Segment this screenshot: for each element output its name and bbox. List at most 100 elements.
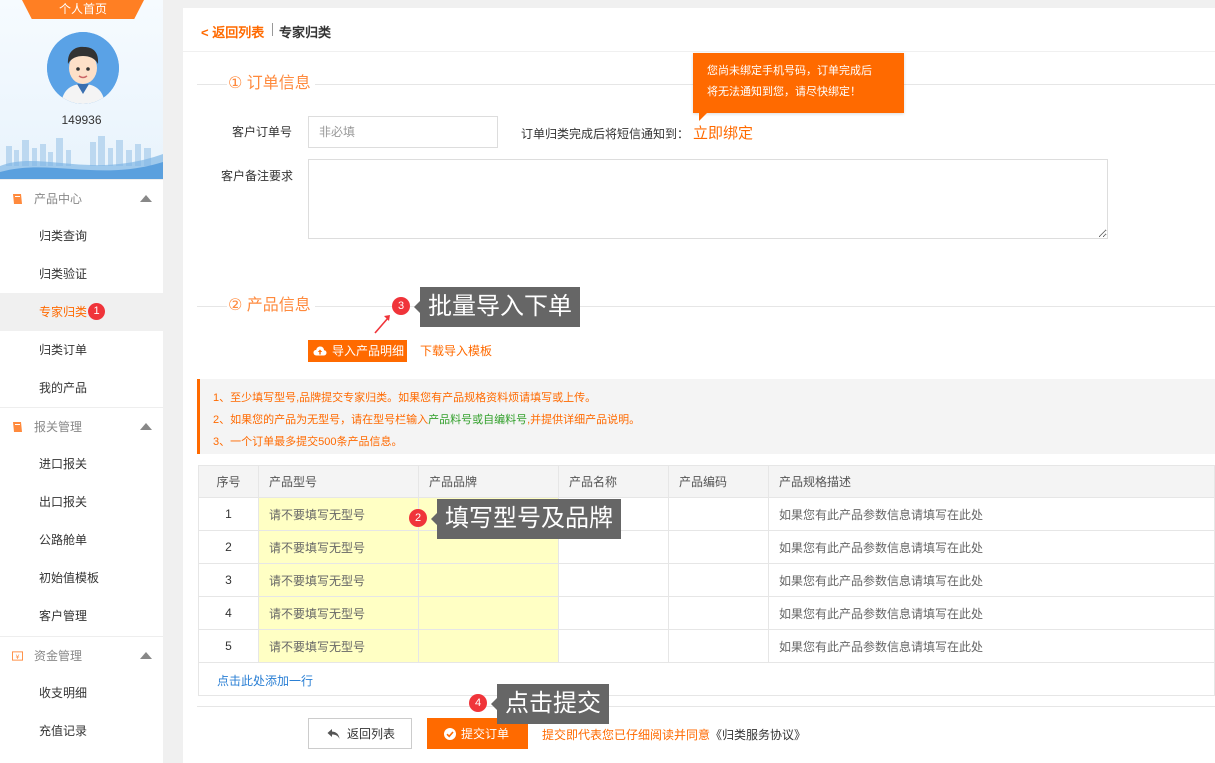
tooltip-line: 您尚未绑定手机号码，订单完成后 (707, 65, 872, 77)
table-row: 1 请不要填写无型号 如果您有此产品参数信息请填写在此处 (198, 497, 1215, 531)
instructions-notice: 1、至少填写型号,品牌提交专家归类。如果您有产品规格资料烦请填写或上传。 2、如… (197, 379, 1215, 454)
avatar-icon (47, 32, 119, 104)
nav-item-expert-classify[interactable]: 专家归类 1 (0, 293, 163, 331)
caret-up-icon (140, 195, 152, 202)
product-table: 序号 产品型号 产品品牌 产品名称 产品编码 产品规格描述 1 请不要填写无型号… (198, 465, 1215, 663)
user-id: 149936 (61, 113, 102, 127)
nav-item-recharge-record[interactable]: 充值记录 (0, 712, 163, 750)
back-to-list-link[interactable]: < 返回列表 (201, 22, 264, 41)
nav-item-import-declare[interactable]: 进口报关 (0, 445, 163, 483)
order-no-input[interactable] (308, 116, 498, 148)
cell-model-input[interactable]: 请不要填写无型号 (258, 497, 419, 531)
nav-group-customs[interactable]: 报关管理 (0, 407, 163, 445)
callout-4-number: 4 (469, 694, 487, 712)
cell-code-input[interactable] (668, 563, 769, 597)
cell-no: 5 (198, 629, 259, 663)
sms-notify-label: 订单归类完成后将短信通知到： (521, 127, 690, 141)
sidebar: 个人首页 149936 产品中心 归类查询 归类验证 专家归类 1 归类订单 我的… (0, 0, 163, 763)
nav-item-label: 专家归类 (39, 305, 88, 319)
col-header-model: 产品型号 (258, 465, 419, 498)
cell-brand-input[interactable] (418, 629, 559, 663)
nav-group-funds[interactable]: ¥ 资金管理 (0, 636, 163, 674)
cell-code-input[interactable] (668, 497, 769, 531)
nav-item-road-manifest[interactable]: 公路舱单 (0, 521, 163, 559)
cell-model-input[interactable]: 请不要填写无型号 (258, 530, 419, 564)
notice-highlight: 产品料号或自编料号 (428, 414, 528, 426)
notice-text: ,并提供详细产品说明。 (527, 414, 641, 426)
tooltip-line: 将无法通知到您，请尽快绑定！ (707, 86, 861, 98)
svg-text:¥: ¥ (15, 653, 19, 661)
nav-item-classify-orders[interactable]: 归类订单 (0, 331, 163, 369)
reply-arrow-icon (327, 729, 340, 739)
order-no-label: 客户订单号 (232, 125, 293, 139)
add-row-link[interactable]: 点击此处添加一行 (217, 672, 313, 689)
cell-name-input[interactable] (558, 596, 669, 630)
cell-name-input[interactable] (558, 629, 669, 663)
remark-label: 客户备注要求 (221, 169, 294, 183)
cloud-upload-icon (313, 346, 327, 356)
nav-item-export-declare[interactable]: 出口报关 (0, 483, 163, 521)
cell-spec-input[interactable]: 如果您有此产品参数信息请填写在此处 (768, 596, 1215, 630)
callout-3-label: 批量导入下单 (414, 287, 580, 327)
notice-line-3: 3、一个订单最多提交500条产品信息。 (213, 436, 403, 448)
import-products-label: 导入产品明细 (331, 344, 404, 358)
caret-up-icon (140, 423, 152, 430)
breadcrumb-current: 专家归类 (279, 25, 332, 40)
nav-item-my-products[interactable]: 我的产品 (0, 369, 163, 407)
cell-code-input[interactable] (668, 596, 769, 630)
footer-divider (197, 706, 1215, 707)
col-header-brand: 产品品牌 (418, 465, 559, 498)
back-to-list-button[interactable]: 返回列表 (308, 718, 412, 749)
cell-model-input[interactable]: 请不要填写无型号 (258, 563, 419, 597)
caret-up-icon (140, 652, 152, 659)
cell-model-input[interactable]: 请不要填写无型号 (258, 629, 419, 663)
callout-2-label: 填写型号及品牌 (431, 499, 621, 539)
bind-phone-tooltip: 您尚未绑定手机号码，订单完成后 将无法通知到您，请尽快绑定！ (693, 53, 904, 121)
cell-spec-input[interactable]: 如果您有此产品参数信息请填写在此处 (768, 497, 1215, 531)
cell-no: 2 (198, 530, 259, 564)
cell-brand-input[interactable] (418, 596, 559, 630)
table-row: 2 请不要填写无型号 如果您有此产品参数信息请填写在此处 (198, 530, 1215, 564)
nav-item-initial-template[interactable]: 初始值模板 (0, 559, 163, 597)
import-products-button[interactable]: 导入产品明细 (308, 340, 407, 362)
download-template-link[interactable]: 下载导入模板 (420, 342, 492, 359)
agreement-prefix: 提交即代表您已仔细阅读并同意 (542, 728, 711, 742)
nav-item-income-detail[interactable]: 收支明细 (0, 674, 163, 712)
section-title-text: ① 订单信息 (228, 75, 311, 92)
home-tab[interactable]: 个人首页 (22, 0, 144, 19)
book-icon (13, 194, 22, 204)
arrow-up-right-icon (374, 315, 390, 334)
notice-text: 2、如果您的产品为无型号，请在型号栏输入 (213, 414, 429, 426)
table-header-row: 序号 产品型号 产品品牌 产品名称 产品编码 产品规格描述 (198, 465, 1215, 498)
nav-group-product-center[interactable]: 产品中心 (0, 179, 163, 217)
col-header-code: 产品编码 (668, 465, 769, 498)
cell-name-input[interactable] (558, 563, 669, 597)
nav-group-label: 产品中心 (34, 192, 83, 206)
table-row: 5 请不要填写无型号 如果您有此产品参数信息请填写在此处 (198, 629, 1215, 663)
cell-spec-input[interactable]: 如果您有此产品参数信息请填写在此处 (768, 629, 1215, 663)
service-agreement-link[interactable]: 《归类服务协议》 (710, 728, 806, 742)
avatar[interactable] (47, 32, 119, 104)
col-header-name: 产品名称 (558, 465, 669, 498)
cell-code-input[interactable] (668, 629, 769, 663)
remark-textarea[interactable] (308, 159, 1108, 239)
nav-item-customer-manage[interactable]: 客户管理 (0, 597, 163, 635)
nav-item-classify-verify[interactable]: 归类验证 (0, 255, 163, 293)
nav-group-label: 资金管理 (34, 649, 83, 663)
cell-code-input[interactable] (668, 530, 769, 564)
cell-model-input[interactable]: 请不要填写无型号 (258, 596, 419, 630)
cell-no: 4 (198, 596, 259, 630)
cell-no: 1 (198, 497, 259, 531)
cell-spec-input[interactable]: 如果您有此产品参数信息请填写在此处 (768, 563, 1215, 597)
nav-group-label: 报关管理 (34, 420, 83, 434)
cell-brand-input[interactable] (418, 563, 559, 597)
callout-4-label: 点击提交 (491, 684, 609, 724)
add-row-area: 点击此处添加一行 (198, 662, 1215, 696)
section-title-product: ② 产品信息 (197, 296, 1215, 316)
back-button-label: 返回列表 (347, 727, 396, 741)
bind-phone-link[interactable]: 立即绑定 (693, 122, 753, 143)
submit-button-label: 提交订单 (461, 727, 510, 741)
nav-item-classify-query[interactable]: 归类查询 (0, 217, 163, 255)
cell-spec-input[interactable]: 如果您有此产品参数信息请填写在此处 (768, 530, 1215, 564)
skyline-decoration (0, 136, 163, 180)
